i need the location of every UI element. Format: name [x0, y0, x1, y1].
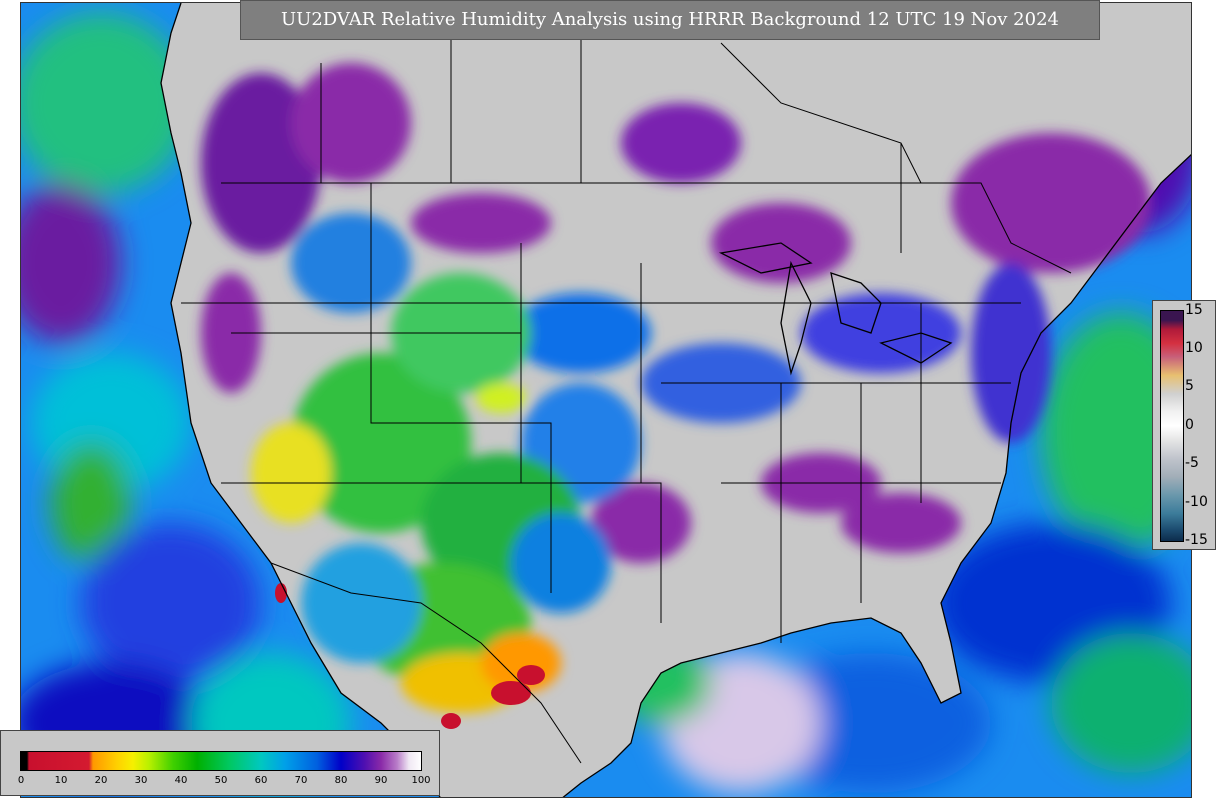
diff-tick-label: 5 — [1185, 378, 1194, 394]
rh-tick-label: 50 — [214, 775, 228, 786]
rh-tick-label: 90 — [374, 775, 388, 786]
difference-colorbar: 15 10 5 0 -5 -10 -15 — [1152, 300, 1216, 550]
rh-tick-label: 10 — [54, 775, 68, 786]
rh-tick-label: 0 — [17, 775, 25, 786]
rh-tick-label: 60 — [254, 775, 268, 786]
map-title: UU2DVAR Relative Humidity Analysis using… — [240, 0, 1100, 40]
diff-tick-label: -5 — [1185, 455, 1199, 471]
rh-tick-label: 80 — [334, 775, 348, 786]
diff-tick-label: -15 — [1185, 532, 1208, 548]
rh-tick-label: 20 — [94, 775, 108, 786]
diff-tick-label: 10 — [1185, 340, 1203, 356]
rh-tick-label: 70 — [294, 775, 308, 786]
rh-tick-label: 100 — [411, 775, 431, 786]
difference-colorbar-gradient — [1160, 310, 1184, 542]
rh-colorbar-gradient — [20, 751, 422, 771]
diff-tick-label: 0 — [1185, 417, 1194, 433]
relative-humidity-colorbar: 0 10 20 30 40 50 60 70 80 90 100 — [0, 730, 440, 796]
humidity-field-svg — [21, 3, 1191, 797]
diff-tick-label: -10 — [1185, 494, 1208, 510]
rh-tick-label: 40 — [174, 775, 188, 786]
rh-analysis-map — [20, 2, 1192, 798]
rh-tick-label: 30 — [134, 775, 148, 786]
diff-tick-label: 15 — [1185, 302, 1203, 318]
